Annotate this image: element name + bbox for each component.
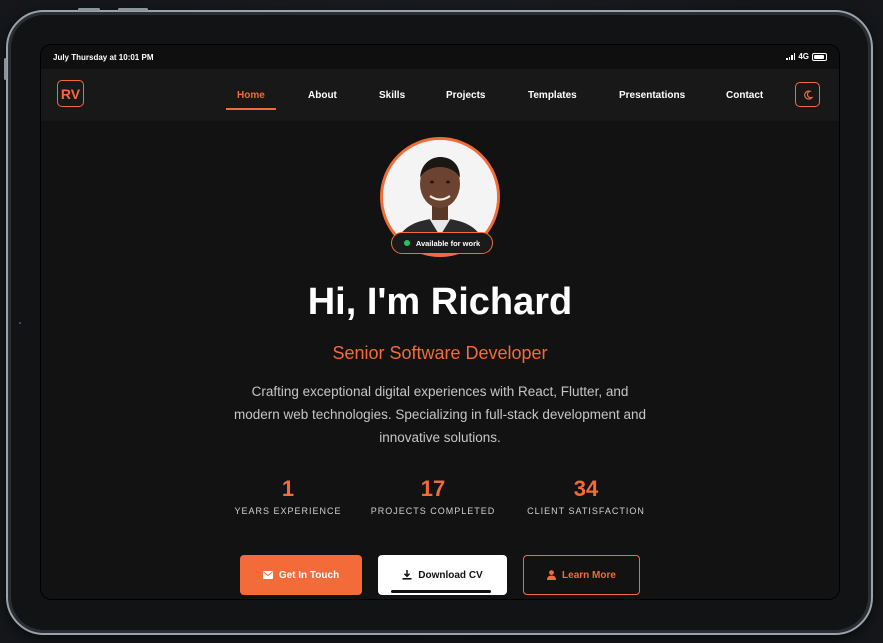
- stat-label: YEARS EXPERIENCE: [234, 506, 342, 516]
- tablet-top-button: [78, 8, 100, 11]
- learn-more-button[interactable]: Learn More: [523, 555, 640, 595]
- nav-contact[interactable]: Contact: [726, 90, 763, 101]
- hero-description: Crafting exceptional digital experiences…: [234, 384, 646, 445]
- download-cv-button[interactable]: Download CV: [378, 555, 507, 595]
- nav-presentations[interactable]: Presentations: [619, 90, 685, 101]
- moon-icon: [803, 89, 813, 100]
- stat-value: 1: [281, 476, 295, 501]
- stat-years: 1 YEARS EXPERIENCE: [223, 476, 353, 516]
- stat-value: 17: [420, 476, 446, 501]
- nav-skills[interactable]: Skills: [379, 90, 405, 101]
- download-cv-label: Download CV: [418, 569, 483, 581]
- status-dot-icon: [403, 240, 410, 246]
- stat-projects: 17 PROJECTS COMPLETED: [363, 476, 503, 516]
- nav-home[interactable]: Home: [237, 90, 265, 101]
- stat-label: CLIENT SATISFACTION: [527, 506, 645, 516]
- stat-satisfaction: 34 CLIENT SATISFACTION: [516, 476, 656, 516]
- availability-badge: Available for work: [391, 232, 493, 254]
- site-navbar: RV Home About Skills Projects Templates …: [41, 69, 839, 121]
- theme-toggle-button[interactable]: [795, 82, 820, 107]
- nav-active-indicator: [226, 108, 276, 110]
- status-indicators: 4G: [786, 52, 827, 61]
- mail-icon: [262, 571, 273, 579]
- download-cv-underline: [391, 590, 491, 593]
- background-speck: [19, 322, 21, 324]
- nav-templates[interactable]: Templates: [528, 90, 577, 101]
- site-logo[interactable]: RV: [57, 80, 84, 107]
- get-in-touch-button[interactable]: Get In Touch: [240, 555, 362, 595]
- hero-section: Available for work Hi, I'm Richard Senio…: [41, 121, 839, 599]
- battery-icon: [812, 52, 827, 61]
- signal-icon: [786, 53, 796, 60]
- get-in-touch-label: Get In Touch: [278, 569, 340, 581]
- network-label: 4G: [798, 52, 809, 61]
- availability-label: Available for work: [415, 238, 481, 248]
- hero-title: Hi, I'm Richard: [307, 281, 573, 323]
- status-bar: July Thursday at 10:01 PM 4G: [41, 45, 839, 69]
- learn-more-label: Learn More: [562, 569, 616, 581]
- stat-label: PROJECTS COMPLETED: [370, 506, 496, 516]
- tablet-top-button: [118, 8, 148, 11]
- status-time: July Thursday at 10:01 PM: [53, 53, 154, 62]
- user-icon: [547, 570, 557, 580]
- tablet-side-button: [4, 58, 7, 80]
- nav-projects[interactable]: Projects: [446, 90, 485, 101]
- tablet-screen: July Thursday at 10:01 PM 4G RV Home Abo…: [41, 45, 839, 599]
- nav-about[interactable]: About: [308, 90, 337, 101]
- stat-value: 34: [573, 476, 599, 501]
- hero-subtitle: Senior Software Developer: [332, 343, 548, 363]
- download-icon: [402, 570, 412, 580]
